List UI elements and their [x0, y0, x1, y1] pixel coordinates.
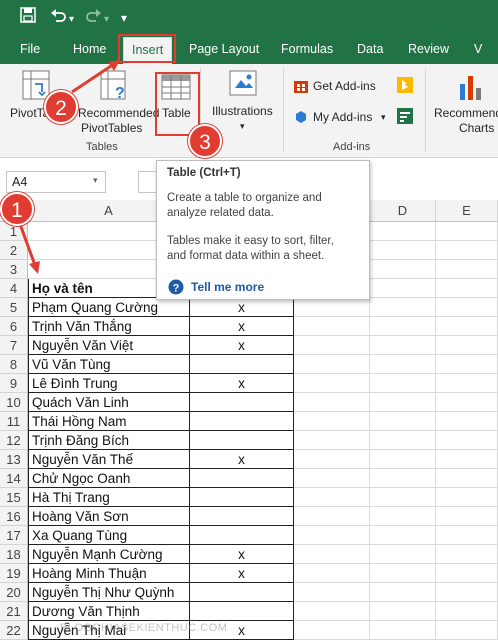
callout-marker-2: 2 [44, 90, 78, 124]
watermark: BLOGCHIASEKIENTHUC.COM [60, 622, 228, 634]
callout-marker-3: 3 [188, 124, 222, 158]
arrow-head-a4 [29, 261, 40, 274]
callout-marker-1: 1 [0, 192, 34, 226]
arrow-to-a4 [18, 223, 38, 269]
